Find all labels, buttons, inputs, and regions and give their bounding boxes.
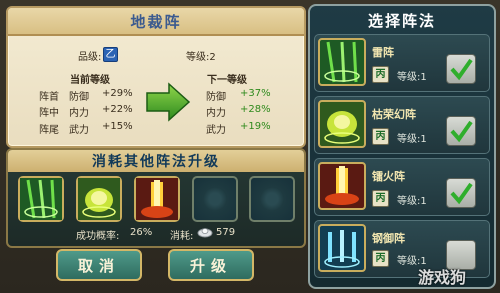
cancel-button[interactable]: 取消 <box>56 249 142 281</box>
current-level-header: 当前等级 <box>70 75 110 86</box>
consume-slot-1[interactable] <box>18 176 64 222</box>
fire-formation-icon <box>318 162 366 210</box>
formation-checkbox[interactable] <box>446 116 476 146</box>
level-label: 等级:2 <box>186 52 216 63</box>
grade-label: 品级: <box>78 52 102 63</box>
cost-value: 579 <box>216 227 236 238</box>
formation-level: 等级:1 <box>397 196 427 207</box>
illusion-formation-icon <box>78 178 120 220</box>
row-current-value: +15% <box>102 121 133 132</box>
row-next-attribute: 防御 <box>206 92 226 103</box>
formation-checkbox[interactable] <box>446 178 476 208</box>
formation-name: 枯荣幻阵 <box>372 108 416 121</box>
row-position: 阵尾 <box>39 125 59 136</box>
formation-level: 等级:1 <box>397 134 427 145</box>
upgrade-button[interactable]: 升级 <box>168 249 254 281</box>
row-position: 阵中 <box>39 108 59 119</box>
watermark: 游戏狗 <box>418 268 467 287</box>
row-attribute: 防御 <box>69 92 89 103</box>
consume-slot-3[interactable] <box>134 176 180 222</box>
row-next-value: +37% <box>240 88 271 99</box>
upgrade-arrow-icon <box>146 82 191 122</box>
formation-grade-badge: 丙 <box>372 66 389 83</box>
next-level-header: 下一等级 <box>207 75 247 86</box>
silver-ingot-icon <box>197 228 213 238</box>
formation-checkbox[interactable] <box>446 54 476 84</box>
consume-slot-5[interactable] <box>249 176 295 222</box>
checkmark-icon <box>450 120 473 143</box>
thunder-formation-icon <box>20 178 62 220</box>
row-next-attribute: 内力 <box>206 108 226 119</box>
steel-formation-icon <box>318 224 366 272</box>
thunder-formation-icon <box>318 38 366 86</box>
row-current-value: +29% <box>102 88 133 99</box>
consume-slot-2[interactable] <box>76 176 122 222</box>
row-current-value: +22% <box>102 104 133 115</box>
row-attribute: 内力 <box>69 108 89 119</box>
checkmark-icon <box>450 58 473 81</box>
checkmark-icon <box>450 182 473 205</box>
formation-grade-badge: 丙 <box>372 250 389 267</box>
formation-name: 钢御阵 <box>372 232 405 245</box>
success-rate-value: 26% <box>130 227 153 238</box>
formation-name: 雷阵 <box>372 46 394 59</box>
illusion-formation-icon <box>318 100 366 148</box>
formation-name: 镭火阵 <box>372 170 405 183</box>
formation-grade-badge: 丙 <box>372 128 389 145</box>
row-position: 阵首 <box>39 92 59 103</box>
fire-formation-icon <box>136 178 178 220</box>
row-attribute: 武力 <box>69 125 89 136</box>
grade-badge: 乙 <box>103 47 118 62</box>
formation-title: 地裁阵 <box>8 8 304 36</box>
cost-label: 消耗: <box>170 231 194 242</box>
consume-title: 消耗其他阵法升级 <box>8 150 304 172</box>
row-next-attribute: 武力 <box>206 125 226 136</box>
row-next-value: +28% <box>240 104 271 115</box>
select-formation-title: 选择阵法 <box>367 11 436 30</box>
success-rate-label: 成功概率: <box>76 231 120 242</box>
formation-level: 等级:1 <box>397 72 427 83</box>
row-next-value: +19% <box>240 121 271 132</box>
consume-slot-4[interactable] <box>192 176 238 222</box>
formation-grade-badge: 丙 <box>372 190 389 207</box>
